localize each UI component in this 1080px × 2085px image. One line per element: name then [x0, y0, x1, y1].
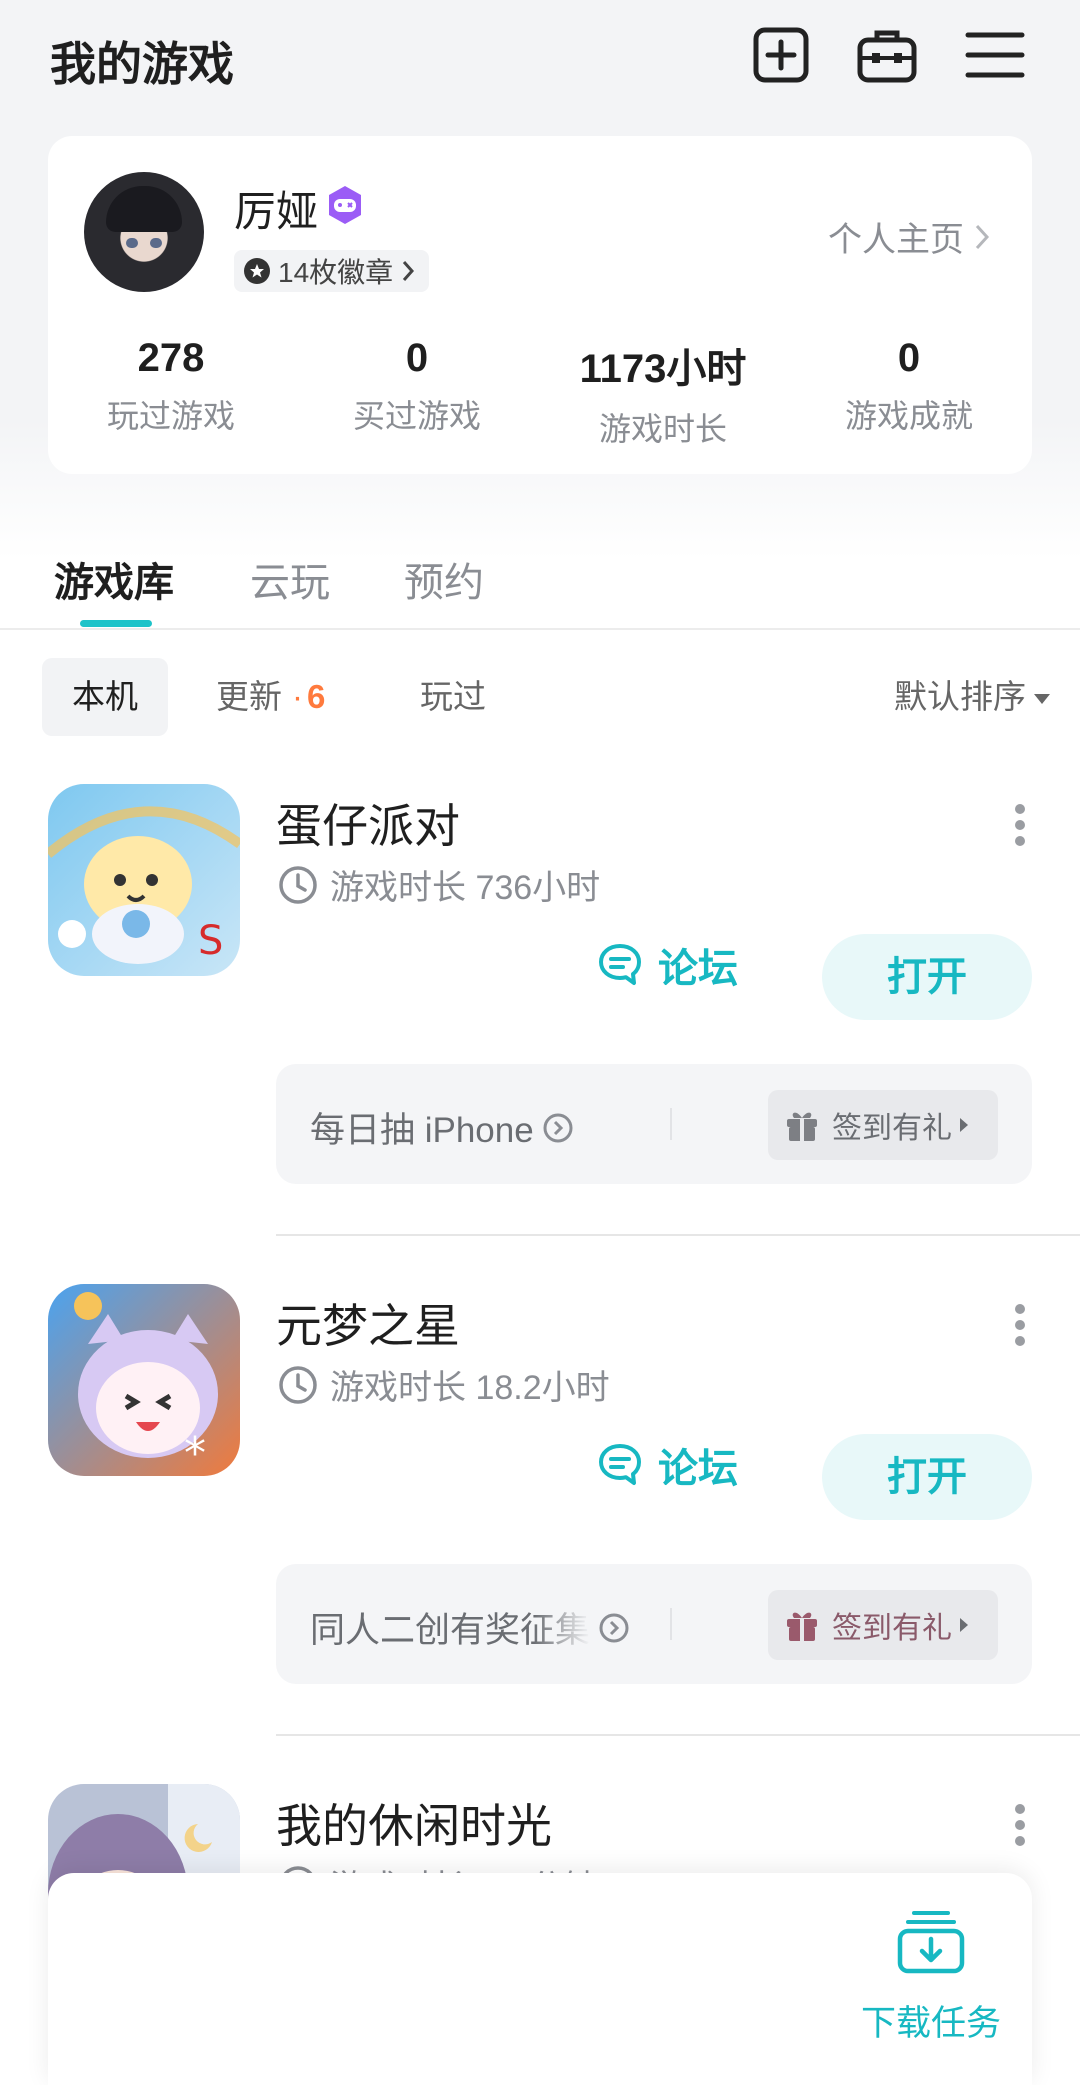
update-dot: · — [292, 678, 303, 715]
app-header: 我的游戏 — [0, 0, 1080, 110]
stats-row: 278 玩过游戏 0 买过游戏 1173小时 游戏时长 0 游戏成就 — [48, 336, 1032, 450]
divider — [276, 1734, 1080, 1736]
game-icon[interactable]: S — [48, 784, 240, 976]
tab-game-library[interactable]: 游戏库 — [54, 550, 174, 608]
stat-value: 278 — [137, 336, 205, 380]
caret-right-icon — [960, 1118, 968, 1132]
stat-value: 0 — [405, 336, 429, 380]
toolbox-icon[interactable] — [854, 22, 920, 88]
stat-played[interactable]: 278 玩过游戏 — [48, 336, 294, 450]
promo-bar: 同人二创有奖征集 签到有礼 — [276, 1564, 1032, 1684]
update-count-badge: 6 — [307, 678, 326, 715]
game-name: 我的休闲时光 — [276, 1800, 552, 1852]
svg-text:*: * — [184, 1428, 206, 1476]
forum-icon — [599, 1444, 641, 1485]
tab-reservations[interactable]: 预约 — [404, 550, 484, 608]
signin-gift-button[interactable]: 签到有礼 — [768, 1590, 998, 1660]
divider — [276, 1234, 1080, 1236]
more-vertical-icon[interactable] — [1010, 1802, 1030, 1848]
clock-icon — [279, 1365, 317, 1404]
profile-card: 厉娅 14枚徽章 个人主页 278 玩过游戏 0 买过游戏 1173小时 游戏时… — [48, 136, 1032, 474]
signin-gift-button[interactable]: 签到有礼 — [768, 1090, 998, 1160]
stat-bought[interactable]: 0 买过游戏 — [294, 336, 540, 450]
filter-local[interactable]: 本机 — [42, 658, 168, 736]
stat-achievements[interactable]: 0 游戏成就 — [786, 336, 1032, 450]
stat-label: 游戏时长 — [598, 411, 727, 447]
open-game-button[interactable]: 打开 — [822, 934, 1032, 1020]
menu-icon[interactable] — [962, 22, 1028, 88]
divider — [670, 1608, 672, 1640]
signin-label: 签到有礼 — [832, 1612, 952, 1645]
sort-dropdown[interactable]: 默认排序 — [894, 658, 1050, 736]
filter-label: 本机 — [72, 678, 138, 715]
filter-label: 更新 — [216, 678, 282, 715]
caret-right-icon — [960, 1618, 968, 1632]
game-playtime: 游戏时长 18.2小时 — [278, 1360, 610, 1409]
chevron-right-icon — [403, 261, 415, 281]
promo-bar: 每日抽 iPhone 签到有礼 — [276, 1064, 1032, 1184]
playtime-label: 游戏时长 18.2小时 — [330, 1369, 610, 1407]
stat-value: 0 — [897, 336, 921, 380]
stat-label: 游戏成就 — [844, 398, 973, 434]
game-playtime: 游戏时长 736小时 — [278, 860, 600, 909]
chevron-right-icon — [975, 224, 990, 249]
chevron-circle-right-icon — [543, 1113, 573, 1142]
gift-icon — [787, 1612, 817, 1641]
medal-icon — [244, 258, 270, 284]
more-vertical-icon[interactable] — [1010, 802, 1030, 848]
promo-label: 每日抽 iPhone — [310, 1111, 534, 1150]
filter-bar: 本机 更新 · 6 玩过 默认排序 — [0, 658, 1080, 736]
playtime-label: 游戏时长 736小时 — [330, 869, 601, 907]
forum-icon — [599, 944, 641, 985]
promo-link[interactable]: 同人二创有奖征集 — [310, 1602, 630, 1653]
divider — [670, 1108, 672, 1140]
medals-label: 14枚徽章 — [278, 257, 394, 288]
game-name: 蛋仔派对 — [276, 800, 460, 852]
game-icon[interactable]: * — [48, 1284, 240, 1476]
username: 厉娅 — [234, 188, 319, 235]
medals-chip[interactable]: 14枚徽章 — [234, 250, 430, 292]
tab-cloud-play[interactable]: 云玩 — [250, 550, 330, 608]
download-icon — [897, 1911, 965, 1974]
active-tab-indicator — [80, 620, 152, 627]
game-name: 元梦之星 — [276, 1300, 460, 1352]
clock-icon — [279, 865, 317, 904]
open-game-button[interactable]: 打开 — [822, 1434, 1032, 1520]
vip-gamepad-icon[interactable] — [324, 184, 366, 226]
forum-label: 论坛 — [658, 1447, 738, 1491]
forum-button[interactable]: 论坛 — [596, 936, 738, 994]
homepage-link[interactable]: 个人主页 — [828, 212, 992, 261]
signin-label: 签到有礼 — [832, 1112, 952, 1145]
gift-icon — [787, 1112, 817, 1141]
stat-value: 1173小时 — [579, 347, 747, 391]
promo-link[interactable]: 每日抽 iPhone — [310, 1102, 574, 1153]
add-square-icon[interactable] — [748, 22, 814, 88]
download-tasks-button[interactable]: 下载任务 — [856, 1909, 1006, 2059]
sort-label: 默认排序 — [894, 678, 1026, 715]
download-tasks-label: 下载任务 — [860, 2004, 1001, 2043]
forum-label: 论坛 — [658, 947, 738, 991]
main-tabs: 游戏库 云玩 预约 — [0, 538, 1080, 630]
homepage-link-label: 个人主页 — [828, 221, 964, 259]
more-vertical-icon[interactable] — [1010, 1302, 1030, 1348]
filter-played[interactable]: 玩过 — [390, 658, 516, 736]
svg-text:S: S — [198, 918, 223, 964]
avatar[interactable] — [84, 172, 204, 292]
stat-label: 玩过游戏 — [106, 398, 235, 434]
promo-label: 同人二创有奖征集 — [310, 1611, 591, 1650]
filter-label: 玩过 — [420, 678, 486, 715]
filter-updates[interactable]: 更新 · 6 — [186, 658, 355, 736]
stat-label: 买过游戏 — [352, 398, 481, 434]
download-sheet: 下载任务 — [48, 1873, 1032, 2085]
stat-playtime[interactable]: 1173小时 游戏时长 — [540, 336, 786, 450]
forum-button[interactable]: 论坛 — [596, 1436, 738, 1494]
chevron-circle-right-icon — [599, 1613, 629, 1642]
caret-down-icon — [1034, 694, 1050, 705]
page-title: 我的游戏 — [50, 38, 234, 90]
